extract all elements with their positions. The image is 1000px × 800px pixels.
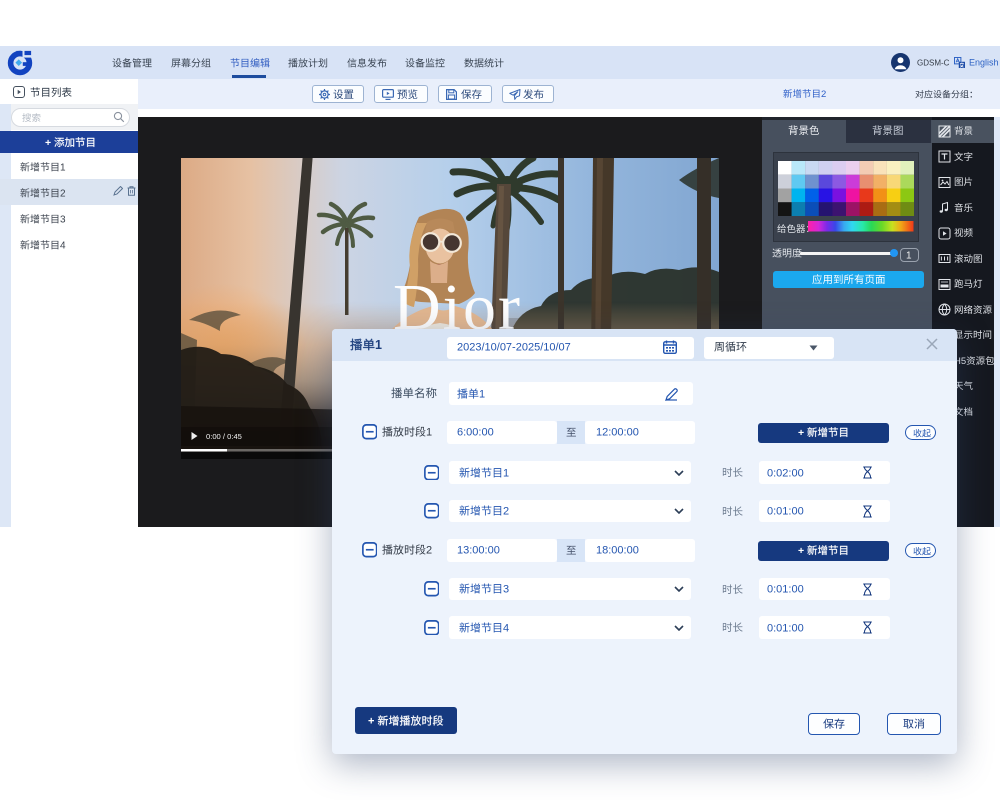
- svg-text:0:01:00: 0:01:00: [767, 506, 804, 518]
- svg-text:1: 1: [906, 251, 912, 262]
- svg-text:3: 3: [503, 584, 509, 596]
- svg-text:+: +: [798, 545, 804, 557]
- svg-text:1: 1: [60, 162, 66, 173]
- svg-text:13:00:00: 13:00:00: [457, 545, 500, 557]
- svg-text:2023/10/07-2025/10/07: 2023/10/07-2025/10/07: [457, 341, 571, 353]
- svg-text:GDSM-C: GDSM-C: [917, 58, 950, 67]
- svg-text:2: 2: [821, 89, 826, 100]
- svg-text:0:02:00: 0:02:00: [767, 467, 804, 479]
- svg-text:18:00:00: 18:00:00: [596, 545, 639, 557]
- svg-text:2: 2: [426, 545, 432, 557]
- svg-text:1: 1: [426, 427, 432, 439]
- svg-text:1: 1: [479, 388, 485, 400]
- svg-text:2: 2: [503, 506, 509, 518]
- svg-text:0:01:00: 0:01:00: [767, 622, 804, 634]
- svg-text:0:00 / 0:45: 0:00 / 0:45: [206, 432, 242, 441]
- svg-text:+: +: [368, 715, 374, 727]
- svg-text:4: 4: [503, 622, 509, 634]
- svg-text:+: +: [798, 427, 804, 439]
- svg-text:0:01:00: 0:01:00: [767, 584, 804, 596]
- svg-text:12:00:00: 12:00:00: [596, 427, 639, 439]
- svg-text:English: English: [969, 57, 999, 67]
- svg-text:4: 4: [60, 240, 66, 251]
- svg-text:6:00:00: 6:00:00: [457, 427, 494, 439]
- svg-text:+: +: [45, 137, 51, 149]
- svg-text:2: 2: [60, 188, 66, 199]
- svg-text:1: 1: [503, 467, 509, 479]
- svg-text:1: 1: [375, 338, 382, 352]
- svg-text:3: 3: [60, 214, 66, 225]
